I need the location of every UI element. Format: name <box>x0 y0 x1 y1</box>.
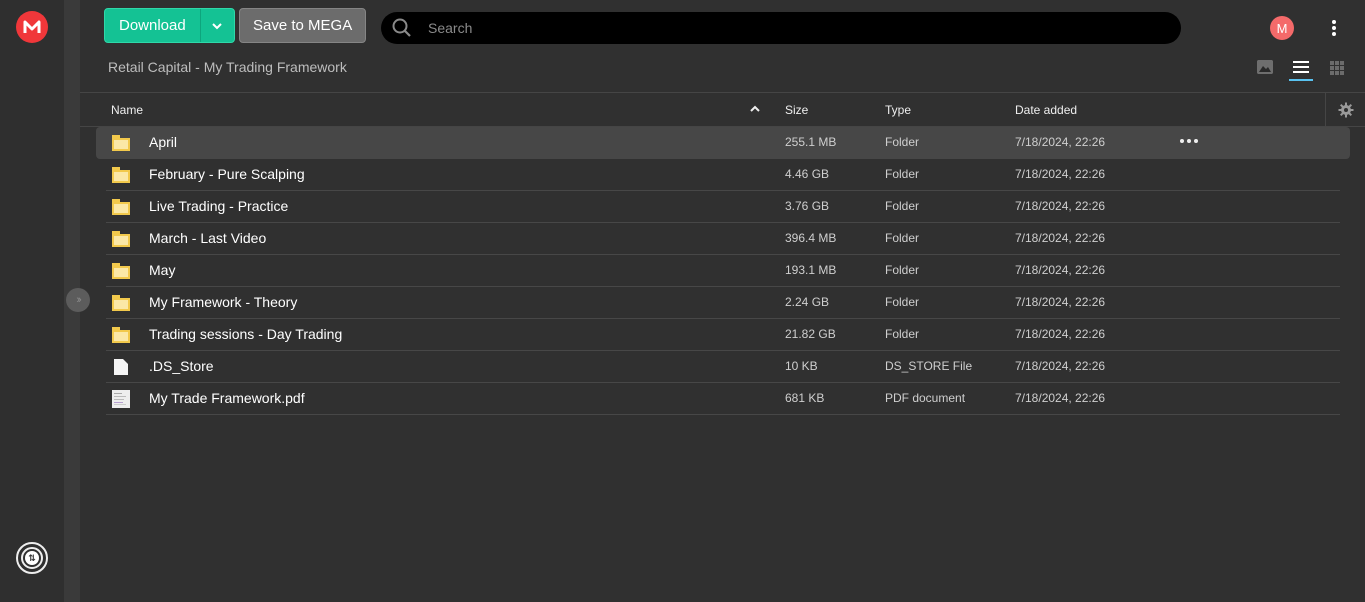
grid-view-icon[interactable] <box>1330 61 1344 75</box>
kebab-dot <box>1332 26 1336 30</box>
file-type: DS_STORE File <box>885 359 973 373</box>
file-size: 255.1 MB <box>785 135 837 149</box>
folder-icon <box>112 295 130 311</box>
download-button-group: Download <box>104 8 235 43</box>
file-size: 2.24 GB <box>785 295 830 309</box>
file-type: Folder <box>885 167 920 181</box>
file-date: 7/18/2024, 22:26 <box>1015 231 1106 245</box>
kebab-dot <box>1332 32 1336 36</box>
file-size: 681 KB <box>785 391 825 405</box>
table-row[interactable]: March - Last Video 396.4 MB Folder 7/18/… <box>96 223 1350 255</box>
file-date: 7/18/2024, 22:26 <box>1015 327 1106 341</box>
avatar[interactable]: M <box>1270 16 1294 40</box>
save-to-mega-button[interactable]: Save to MEGA <box>239 8 367 43</box>
file-date: 7/18/2024, 22:26 <box>1015 167 1106 181</box>
folder-icon <box>112 135 130 151</box>
list-view-icon[interactable] <box>1289 59 1313 81</box>
download-options-button[interactable] <box>201 9 234 42</box>
generic-file-icon <box>112 359 130 375</box>
file-name: Live Trading - Practice <box>149 198 289 214</box>
active-view-indicator <box>1289 79 1313 81</box>
file-name: March - Last Video <box>149 230 267 246</box>
expand-sidebar-button[interactable]: ›› <box>66 288 90 312</box>
folder-icon <box>112 199 130 215</box>
chevron-down-icon <box>212 22 222 29</box>
left-rail: ⇅ <box>0 0 64 602</box>
row-more-options-icon[interactable] <box>1180 136 1198 146</box>
file-name: My Framework - Theory <box>149 294 298 310</box>
file-date: 7/18/2024, 22:26 <box>1015 359 1106 373</box>
file-type: PDF document <box>885 391 966 405</box>
file-date: 7/18/2024, 22:26 <box>1015 391 1106 405</box>
folder-icon <box>112 231 130 247</box>
file-name: February - Pure Scalping <box>149 166 305 182</box>
table-row[interactable]: May 193.1 MB Folder 7/18/2024, 22:26 <box>96 255 1350 287</box>
file-type: Folder <box>885 295 920 309</box>
folder-icon <box>112 167 130 183</box>
file-type: Folder <box>885 263 920 277</box>
transfer-manager-icon[interactable]: ⇅ <box>16 542 48 574</box>
file-date: 7/18/2024, 22:26 <box>1015 135 1106 149</box>
pdf-file-icon <box>112 390 130 408</box>
file-list: April 255.1 MB Folder 7/18/2024, 22:26 F… <box>96 127 1350 415</box>
column-settings-button[interactable] <box>1325 93 1365 127</box>
table-header: Name Size Type Date added <box>80 93 1365 127</box>
file-type: Folder <box>885 135 920 149</box>
more-menu-button[interactable] <box>1326 16 1342 40</box>
mega-file-browser: ⇅ ›› Download Save to MEGA M Retail Capi… <box>0 0 1365 602</box>
download-button[interactable]: Download <box>105 9 201 42</box>
file-size: 396.4 MB <box>785 231 837 245</box>
folder-icon <box>112 327 130 343</box>
file-name: .DS_Store <box>149 358 214 374</box>
column-header-name[interactable]: Name <box>111 103 143 117</box>
file-name: My Trade Framework.pdf <box>149 390 305 406</box>
column-header-size[interactable]: Size <box>785 103 808 117</box>
file-type: Folder <box>885 327 920 341</box>
table-row[interactable]: Trading sessions - Day Trading 21.82 GB … <box>96 319 1350 351</box>
thumbnail-view-icon[interactable] <box>1257 60 1273 74</box>
breadcrumb[interactable]: Retail Capital - My Trading Framework <box>108 59 347 75</box>
file-size: 21.82 GB <box>785 327 836 341</box>
file-name: May <box>149 262 176 278</box>
file-size: 10 KB <box>785 359 818 373</box>
file-date: 7/18/2024, 22:26 <box>1015 199 1106 213</box>
search-input[interactable] <box>428 20 1128 36</box>
table-row[interactable]: .DS_Store 10 KB DS_STORE File 7/18/2024,… <box>96 351 1350 383</box>
search-icon <box>392 18 411 37</box>
file-date: 7/18/2024, 22:26 <box>1015 263 1106 277</box>
column-header-date[interactable]: Date added <box>1015 103 1077 117</box>
table-row[interactable]: April 255.1 MB Folder 7/18/2024, 22:26 <box>96 127 1350 159</box>
file-size: 3.76 GB <box>785 199 830 213</box>
table-row[interactable]: February - Pure Scalping 4.46 GB Folder … <box>96 159 1350 191</box>
file-type: Folder <box>885 199 920 213</box>
mega-logo-icon[interactable] <box>16 11 48 43</box>
file-type: Folder <box>885 231 920 245</box>
file-name: Trading sessions - Day Trading <box>149 326 343 342</box>
kebab-dot <box>1332 20 1336 24</box>
file-name: April <box>149 134 178 150</box>
table-row[interactable]: My Framework - Theory 2.24 GB Folder 7/1… <box>96 287 1350 319</box>
table-row[interactable]: Live Trading - Practice 3.76 GB Folder 7… <box>96 191 1350 223</box>
column-header-type[interactable]: Type <box>885 103 911 117</box>
search-bar[interactable] <box>381 12 1181 44</box>
file-size: 193.1 MB <box>785 263 837 277</box>
file-size: 4.46 GB <box>785 167 830 181</box>
gear-icon <box>1338 102 1353 118</box>
table-row[interactable]: My Trade Framework.pdf 681 KB PDF docume… <box>96 383 1350 415</box>
folder-icon <box>112 263 130 279</box>
sort-ascending-icon[interactable] <box>750 105 760 113</box>
file-date: 7/18/2024, 22:26 <box>1015 295 1106 309</box>
